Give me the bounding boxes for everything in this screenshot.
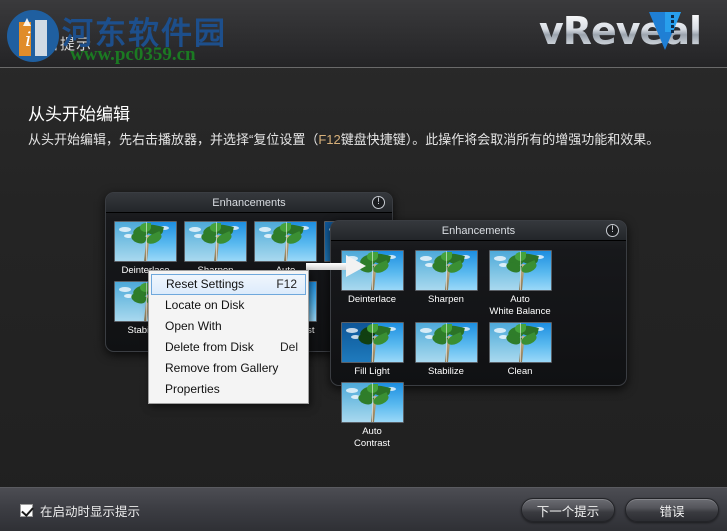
- enhancement-thumbnail[interactable]: [340, 382, 404, 423]
- context-menu-item[interactable]: Reset Settings F12: [151, 274, 306, 295]
- enhancement-item[interactable]: Clean: [488, 322, 552, 378]
- enhancement-label: Clean: [507, 366, 533, 377]
- enhancement-thumbnail[interactable]: [184, 221, 247, 262]
- context-menu-item-label: Properties: [165, 382, 220, 396]
- shield-rosette-icon: i: [7, 10, 59, 62]
- context-menu-item[interactable]: Remove from Gallery: [151, 358, 306, 379]
- info-circle-icon[interactable]: !: [372, 196, 385, 209]
- tip-description-shortcut: F12: [318, 132, 341, 147]
- context-menu-item-accelerator: F12: [276, 277, 297, 291]
- tip-description: 从头开始编辑，先右击播放器，并选择“复位设置（F12键盘快捷键）。此操作将会取消…: [28, 131, 708, 149]
- error-button[interactable]: 错误: [625, 498, 719, 522]
- context-menu-item-label: Reset Settings: [166, 277, 245, 291]
- enhancement-item[interactable]: Auto White Balance: [488, 250, 552, 318]
- dialog-header: 每日提示 i 河东软件园 www.pc0359.cn vReveal: [0, 0, 727, 68]
- enhancement-label: Deinterlace: [347, 294, 397, 305]
- enhancement-item[interactable]: Deinterlace: [114, 221, 177, 276]
- enhancement-label: Stabilize: [428, 366, 464, 377]
- watermark-url: www.pc0359.cn: [70, 44, 196, 65]
- show-tips-label: 在启动时显示提示: [40, 505, 141, 519]
- context-menu-item[interactable]: Delete from Disk Del: [151, 337, 306, 358]
- enhancement-thumbnail[interactable]: [340, 322, 404, 363]
- enhancement-thumbnail[interactable]: [414, 322, 478, 363]
- enhancement-item[interactable]: Auto Contrast: [340, 382, 404, 450]
- enhancement-thumbnail[interactable]: [254, 221, 317, 262]
- context-menu-item-accelerator: Del: [279, 340, 298, 354]
- tip-of-the-day-dialog: 每日提示 i 河东软件园 www.pc0359.cn vReveal 从头开始编…: [0, 0, 727, 531]
- context-menu-item-label: Delete from Disk: [165, 340, 254, 354]
- panel-title-right-label: Enhancements: [441, 225, 516, 237]
- enhancement-label: Fill Light: [354, 366, 390, 377]
- enhancements-panel-after: Enhancements ! Deinterlace Sharpen Auto Whi…: [330, 220, 627, 449]
- context-menu-item[interactable]: Open With: [151, 316, 306, 337]
- context-menu-item-label: Remove from Gallery: [165, 361, 279, 375]
- vreveal-logo: vReveal: [539, 6, 702, 56]
- tip-description-pre: 从头开始编辑，先右击播放器，并选择“复位设置（: [28, 132, 319, 147]
- context-menu-item[interactable]: Locate on Disk: [151, 295, 306, 316]
- panel-title-left-label: Enhancements: [212, 197, 286, 209]
- enhancement-label: Sharpen: [428, 294, 464, 305]
- video-chevron-icon: [648, 12, 681, 50]
- svg-text:i: i: [25, 27, 31, 51]
- enhancement-thumbnail[interactable]: [114, 221, 177, 262]
- enhancement-item[interactable]: Sharpen: [184, 221, 247, 276]
- enhancement-thumbnail[interactable]: [488, 322, 552, 363]
- show-tips-checkbox-wrap[interactable]: 在启动时显示提示: [20, 501, 140, 520]
- enhancement-label: Auto White Balance: [489, 294, 551, 317]
- context-menu-item[interactable]: Properties: [151, 379, 306, 400]
- enhancement-item[interactable]: Fill Light: [340, 322, 404, 378]
- panel-title-left: Enhancements !: [106, 193, 392, 213]
- enhancement-grid-right: Deinterlace Sharpen Auto White Balance Fill …: [331, 241, 626, 456]
- context-menu-item-label: Locate on Disk: [165, 298, 245, 312]
- tip-heading: 从头开始编辑: [28, 105, 130, 124]
- enhancement-item[interactable]: Sharpen: [414, 250, 478, 318]
- dialog-footer: 在启动时显示提示 下一个提示 错误: [0, 487, 727, 531]
- show-tips-checkbox[interactable]: [20, 504, 33, 517]
- tip-description-post: 键盘快捷键）。此操作将会取消所有的增强功能和效果。: [340, 132, 660, 147]
- enhancement-item[interactable]: Stabilize: [414, 322, 478, 378]
- enhancement-label: Auto Contrast: [354, 426, 390, 449]
- next-tip-button[interactable]: 下一个提示: [521, 498, 615, 522]
- enhancement-thumbnail[interactable]: [488, 250, 552, 291]
- context-menu[interactable]: Reset Settings F12 Locate on Disk Open With…: [148, 270, 309, 404]
- right-arrow-icon: [306, 255, 368, 277]
- panel-title-right: Enhancements !: [331, 221, 626, 241]
- context-menu-item-label: Open With: [165, 319, 222, 333]
- info-circle-icon[interactable]: !: [606, 224, 619, 237]
- enhancement-thumbnail[interactable]: [414, 250, 478, 291]
